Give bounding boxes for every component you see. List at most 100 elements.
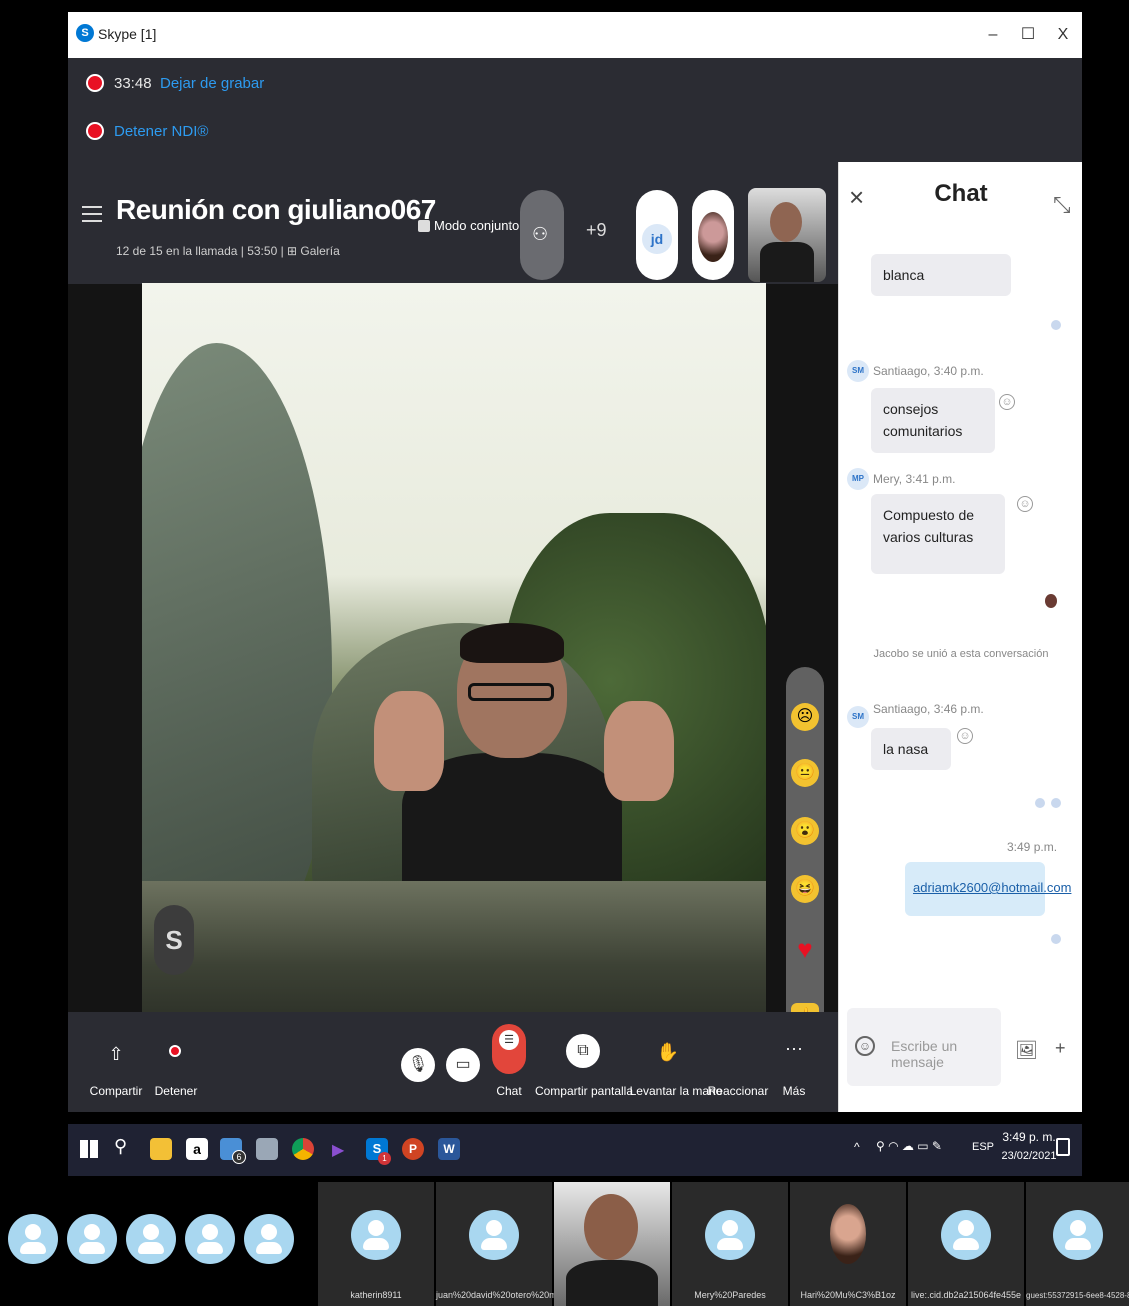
chat-message[interactable]: consejos comunitarios bbox=[871, 388, 995, 453]
stop-button-label[interactable]: Detener bbox=[126, 1084, 226, 1098]
message-input-box[interactable]: ☺ Escribe un mensaje bbox=[847, 1008, 1001, 1086]
self-preview-body bbox=[760, 242, 814, 282]
participant-avatar-jd[interactable]: jd bbox=[636, 190, 678, 280]
emoji-picker-icon[interactable]: ☺ bbox=[855, 1036, 875, 1056]
share-icon[interactable]: ⇧ bbox=[96, 1044, 136, 1065]
close-button[interactable]: X bbox=[1048, 22, 1078, 48]
participant-tile[interactable]: Mery%20Paredes bbox=[672, 1182, 788, 1306]
meeting-subtitle[interactable]: 12 de 15 en la llamada | 53:50 | ⊞ Galer… bbox=[116, 244, 340, 258]
participant-avatar-photo[interactable] bbox=[692, 190, 734, 280]
read-receipt-avatar bbox=[1051, 320, 1061, 330]
participant-tile[interactable]: juan%20david%20otero%20muelas bbox=[436, 1182, 578, 1306]
participant-avatar bbox=[705, 1210, 755, 1260]
windows-taskbar: ⚲ a 6 ▶ S 1 P W ^ ⚲ ◠ ☁ ▭ ✎ ESP 3:49 p. … bbox=[68, 1124, 1082, 1176]
sender-avatar: SM bbox=[847, 706, 869, 728]
sender-avatar: MP bbox=[847, 468, 869, 490]
participant-avatar[interactable] bbox=[8, 1214, 58, 1264]
word-icon[interactable]: W bbox=[438, 1138, 460, 1160]
read-receipt-avatar bbox=[1045, 594, 1057, 608]
share-screen-label[interactable]: Compartir pantalla bbox=[534, 1084, 634, 1098]
expand-chat-icon[interactable]: ⤡ bbox=[1053, 192, 1071, 218]
add-reaction-icon[interactable]: ☺ bbox=[999, 394, 1015, 410]
raise-hand-icon[interactable]: ✋ bbox=[648, 1042, 688, 1063]
self-preview-tile[interactable] bbox=[748, 188, 826, 282]
call-toolbar: ⇧ Compartir Detener 🎙 ▭ ☰ Chat ⧉ Compart… bbox=[68, 1012, 838, 1112]
participant-tile[interactable]: Hari%20Mu%C3%B1oz bbox=[790, 1182, 906, 1306]
video-letterbox-left bbox=[68, 284, 142, 1012]
record-icon bbox=[86, 74, 104, 92]
thinking-emoji-icon[interactable]: 😐 bbox=[791, 759, 819, 787]
menu-icon[interactable] bbox=[82, 206, 102, 208]
main-video bbox=[142, 283, 766, 1013]
tray-icons[interactable]: ⚲ ◠ ☁ ▭ ✎ bbox=[876, 1139, 942, 1153]
search-icon[interactable]: ⚲ bbox=[114, 1136, 127, 1157]
powerpoint-icon[interactable]: P bbox=[402, 1138, 424, 1160]
participant-video-tile[interactable] bbox=[554, 1182, 670, 1306]
together-mode-icon bbox=[418, 220, 430, 232]
participant-video-body bbox=[566, 1260, 658, 1306]
participant-avatar bbox=[941, 1210, 991, 1260]
minimize-button[interactable]: – bbox=[978, 22, 1008, 48]
message-input[interactable]: Escribe un mensaje bbox=[891, 1038, 1001, 1070]
tray-chevron-icon[interactable]: ^ bbox=[854, 1140, 860, 1154]
mail-badge: 6 bbox=[232, 1150, 246, 1164]
add-participant-button[interactable]: ⚇ bbox=[520, 190, 564, 280]
chat-message[interactable]: blanca bbox=[871, 254, 1011, 297]
surprised-emoji-icon[interactable]: 😮 bbox=[791, 817, 819, 845]
participant-tile[interactable]: live:.cid.db2a215064fe455e bbox=[908, 1182, 1024, 1306]
screen: S Skype [1] – ☐ X 33:48 Dejar de grabar … bbox=[0, 0, 1129, 1306]
more-label[interactable]: Más bbox=[744, 1084, 844, 1098]
add-reaction-icon[interactable]: ☺ bbox=[1017, 496, 1033, 512]
microphone-button[interactable]: 🎙 bbox=[401, 1048, 435, 1082]
taskbar-date[interactable]: 23/02/2021 bbox=[1000, 1150, 1058, 1162]
participant-group bbox=[0, 1182, 318, 1306]
windows-start-icon[interactable] bbox=[80, 1140, 98, 1158]
chat-message[interactable]: la nasa bbox=[871, 728, 951, 771]
participant-name: guest:55372915-6ee8-4528-8209 bbox=[1026, 1291, 1129, 1300]
participant-avatar[interactable] bbox=[126, 1214, 176, 1264]
read-receipt-avatar bbox=[1051, 798, 1061, 808]
participant-tile[interactable]: katherin8911 bbox=[318, 1182, 434, 1306]
sad-emoji-icon[interactable]: ☹ bbox=[791, 703, 819, 731]
ndi-record-icon bbox=[86, 122, 104, 140]
more-options-icon[interactable]: ··· bbox=[774, 1038, 814, 1059]
laugh-emoji-icon[interactable]: 😆 bbox=[791, 875, 819, 903]
add-reaction-icon[interactable]: ☺ bbox=[957, 728, 973, 744]
image-attach-icon[interactable]: 🖼 bbox=[1015, 1040, 1038, 1061]
participant-tile[interactable]: guest:55372915-6ee8-4528-8209 bbox=[1026, 1182, 1129, 1306]
participant-avatar bbox=[351, 1210, 401, 1260]
video-wall bbox=[142, 881, 766, 1013]
chat-button[interactable]: ☰ bbox=[492, 1024, 526, 1074]
participant-name: katherin8911 bbox=[350, 1290, 402, 1300]
chat-message[interactable]: Compuesto de varios culturas bbox=[871, 494, 1005, 574]
system-message: Jacobo se unió a esta conversación bbox=[873, 648, 1049, 660]
media-player-icon[interactable]: ▶ bbox=[332, 1140, 344, 1160]
taskbar-time[interactable]: 3:49 p. m. bbox=[1000, 1130, 1058, 1144]
stop-ndi-link[interactable]: Detener NDI® bbox=[114, 123, 208, 140]
participant-video-face bbox=[584, 1194, 638, 1260]
more-participants-count[interactable]: +9 bbox=[586, 220, 607, 241]
chat-title: Chat bbox=[934, 180, 988, 207]
language-indicator[interactable]: ESP bbox=[972, 1141, 994, 1153]
participant-photo bbox=[698, 212, 728, 262]
stop-record-icon[interactable] bbox=[169, 1045, 181, 1057]
participant-avatar[interactable] bbox=[244, 1214, 294, 1264]
camera-button[interactable]: ▭ bbox=[446, 1048, 480, 1082]
participant-avatar[interactable] bbox=[67, 1214, 117, 1264]
heart-icon[interactable]: ♥ bbox=[791, 935, 819, 963]
chrome-icon[interactable] bbox=[292, 1138, 314, 1160]
recording-bar: 33:48 Dejar de grabar Detener NDI® bbox=[68, 58, 1082, 162]
share-screen-icon[interactable]: ⧉ bbox=[566, 1034, 600, 1068]
more-attachments-icon[interactable]: + bbox=[1055, 1038, 1066, 1059]
app-icon[interactable] bbox=[256, 1138, 278, 1160]
maximize-button[interactable]: ☐ bbox=[1013, 22, 1043, 48]
notifications-icon[interactable] bbox=[1056, 1138, 1070, 1156]
amazon-icon[interactable]: a bbox=[186, 1138, 208, 1160]
presenter-glasses bbox=[468, 683, 554, 701]
stop-recording-link[interactable]: Dejar de grabar bbox=[160, 75, 264, 92]
email-link[interactable]: adriamk2600@hotmail.com bbox=[913, 880, 1071, 895]
own-message-bubble[interactable]: adriamk2600@hotmail.com bbox=[905, 862, 1071, 916]
sender-avatar: SM bbox=[847, 360, 869, 382]
file-explorer-icon[interactable] bbox=[150, 1138, 172, 1160]
participant-avatar[interactable] bbox=[185, 1214, 235, 1264]
